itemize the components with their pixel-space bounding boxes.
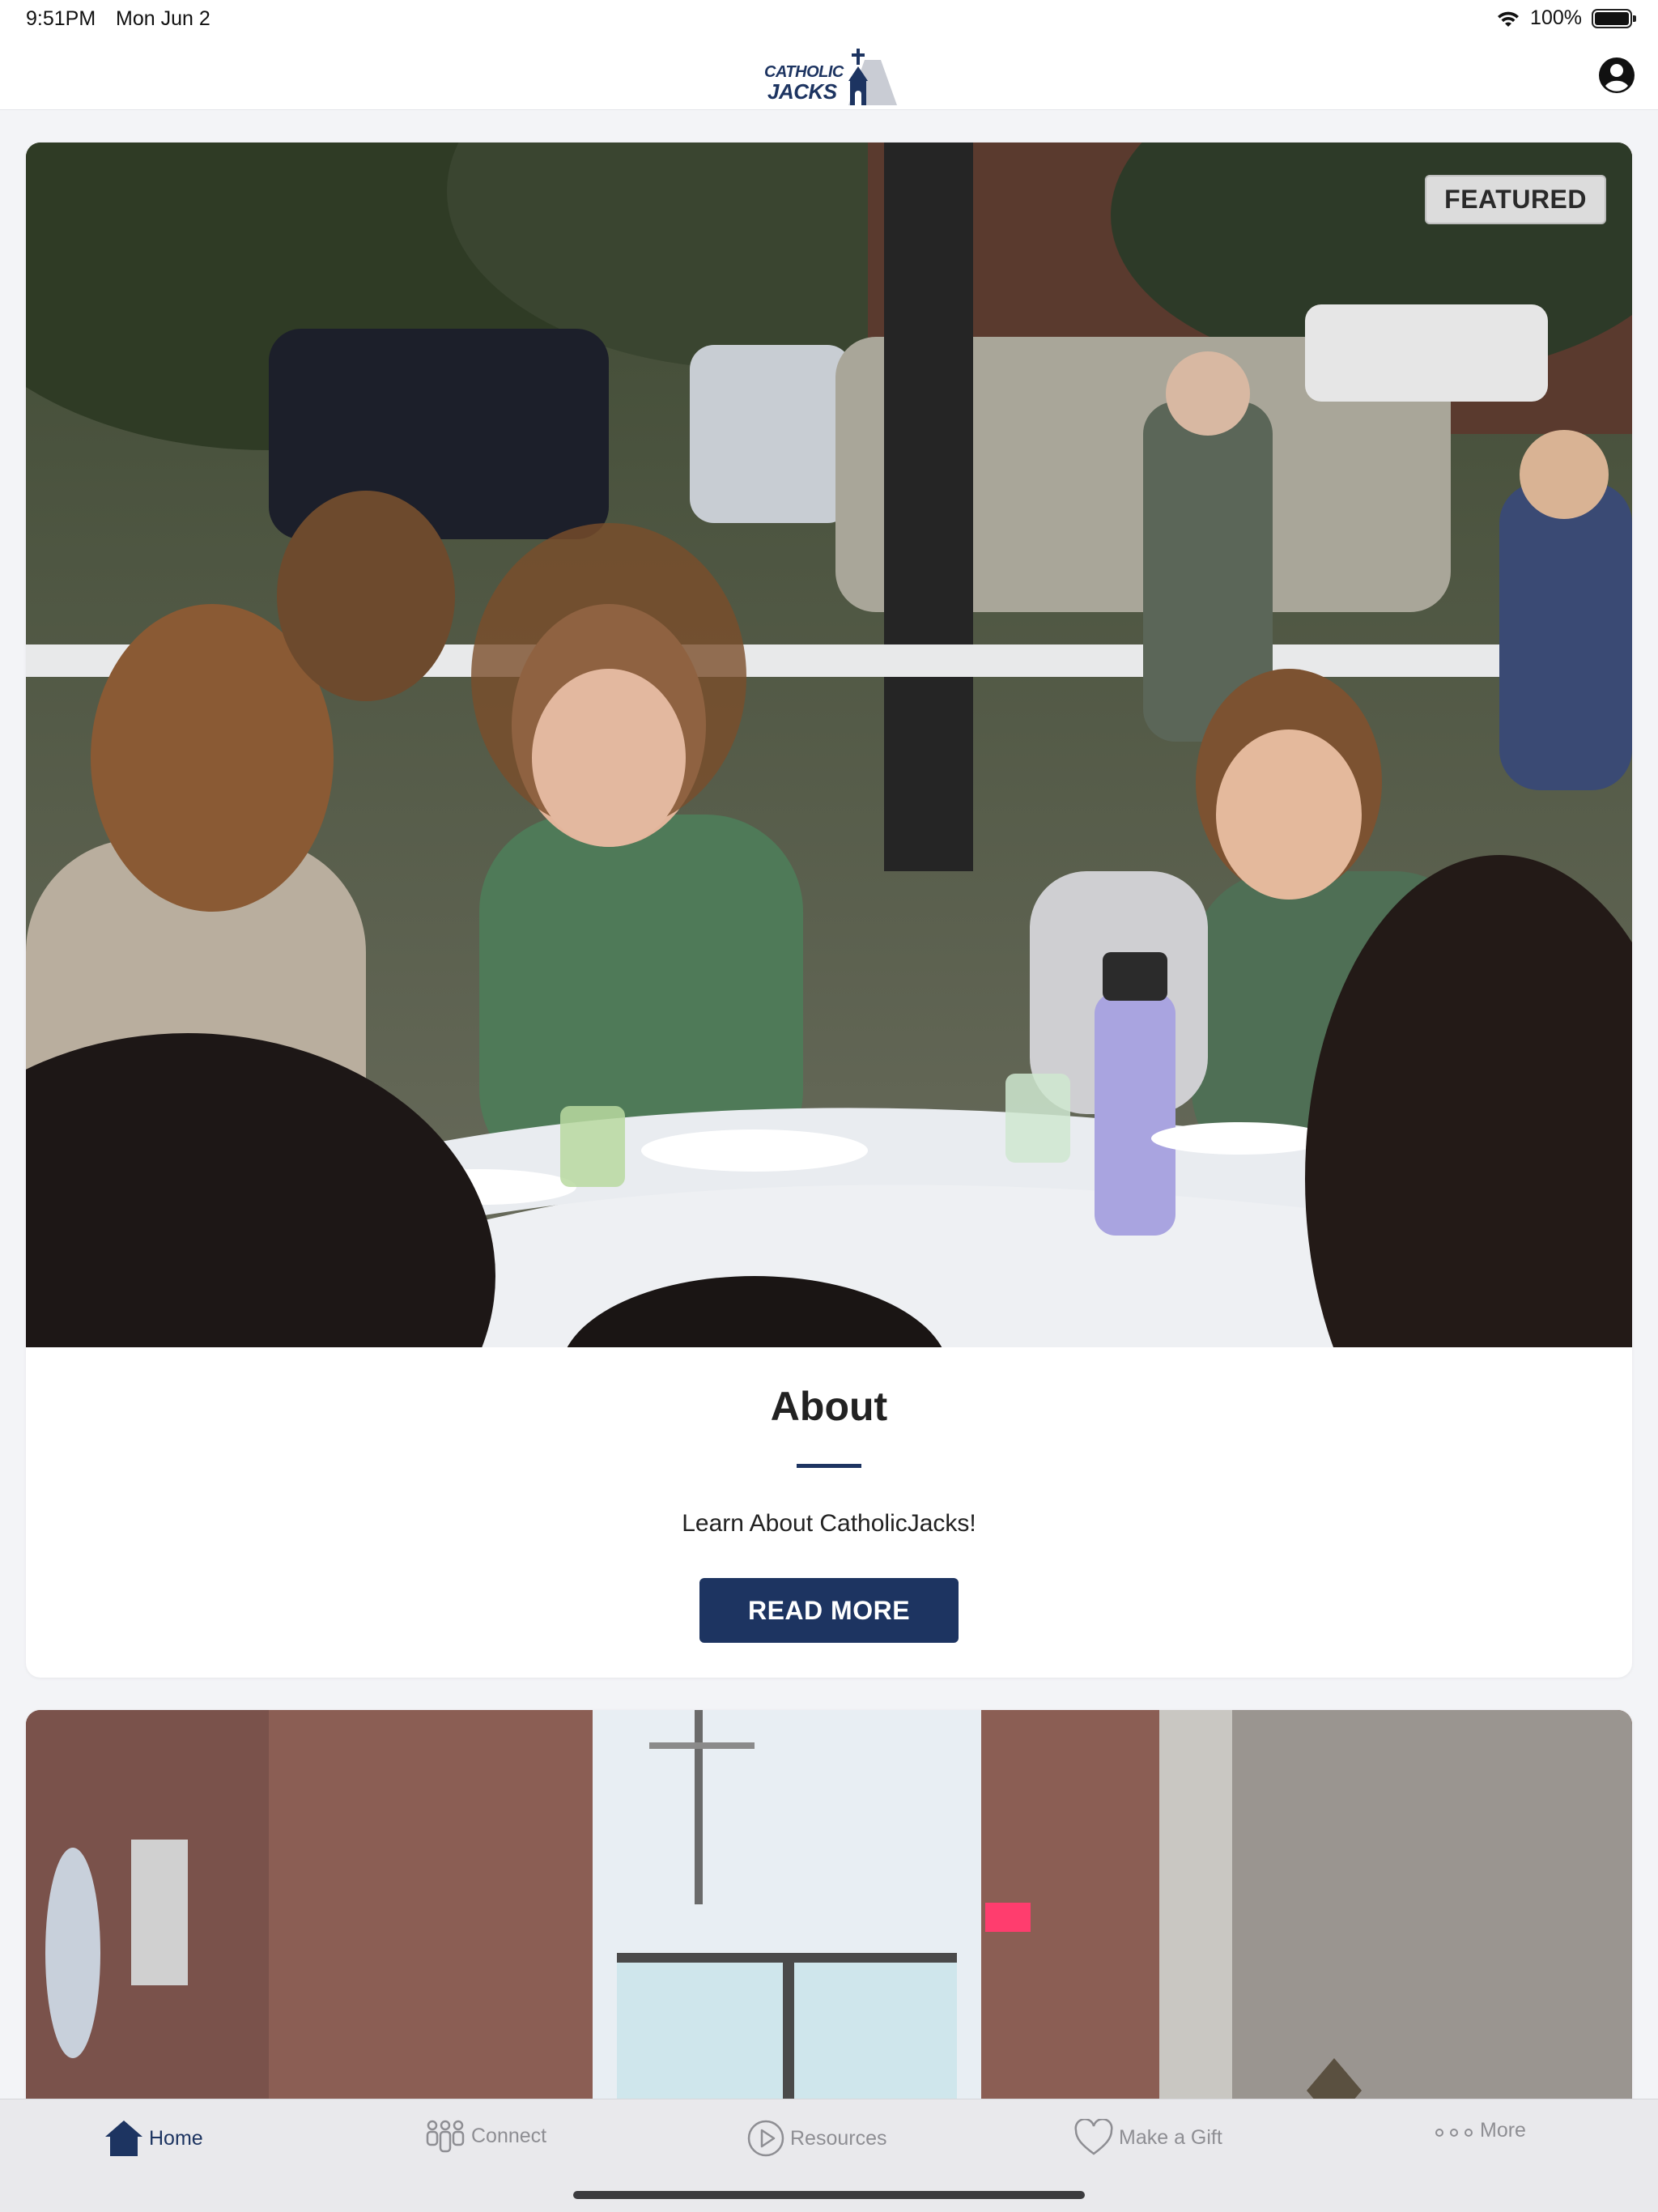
tab-make-a-gift-label: Make a Gift — [1119, 2125, 1222, 2149]
battery-percent: 100% — [1530, 6, 1582, 29]
status-bar: 9:51PM Mon Jun 2 100% — [0, 0, 1658, 39]
heart-icon — [1074, 2119, 1113, 2155]
app-logo[interactable]: CATHOLIC JACKS — [761, 45, 899, 107]
title-divider — [797, 1464, 861, 1468]
tab-connect-label: Connect — [471, 2124, 547, 2147]
tab-more[interactable]: More — [1433, 2119, 1526, 2142]
card-subtitle: Learn About CatholicJacks! — [682, 1510, 976, 1537]
battery-icon — [1592, 8, 1636, 28]
people-icon — [426, 2120, 465, 2153]
status-indicators: 100% — [1496, 6, 1636, 30]
card-body: About Learn About CatholicJacks! READ MO… — [26, 1347, 1632, 1643]
card-photo-picnic: FEATURED — [26, 143, 1632, 1347]
logo-text-jacks: JACKS — [767, 79, 837, 104]
featured-badge: FEATURED — [1425, 175, 1606, 224]
featured-card-about[interactable]: FEATURED About Learn About CatholicJacks… — [26, 143, 1632, 1678]
tab-resources-label: Resources — [790, 2126, 887, 2150]
tab-make-a-gift[interactable]: Make a Gift — [1073, 2119, 1222, 2156]
nav-bar: CATHOLIC JACKS — [0, 39, 1658, 110]
tab-connect[interactable]: Connect — [424, 2119, 546, 2153]
card-title: About — [770, 1384, 888, 1429]
battery-level — [1595, 11, 1629, 25]
person-circle-icon[interactable] — [1598, 57, 1635, 94]
read-more-button[interactable]: READ MORE — [699, 1578, 959, 1643]
church-icon — [848, 49, 897, 105]
tab-home[interactable]: Home — [104, 2119, 203, 2158]
status-date: Mon Jun 2 — [116, 7, 210, 30]
picnic-photo-illustration — [26, 143, 1632, 1347]
wifi-icon — [1498, 11, 1520, 27]
ellipsis-icon — [1435, 2128, 1473, 2137]
play-circle-icon — [747, 2120, 784, 2157]
tab-resources[interactable]: Resources — [746, 2119, 887, 2158]
tab-home-label: Home — [149, 2126, 203, 2150]
tab-more-label: More — [1480, 2119, 1526, 2142]
house-icon — [105, 2121, 142, 2156]
status-time: 9:51PM — [26, 7, 96, 30]
home-indicator[interactable] — [573, 2191, 1085, 2199]
